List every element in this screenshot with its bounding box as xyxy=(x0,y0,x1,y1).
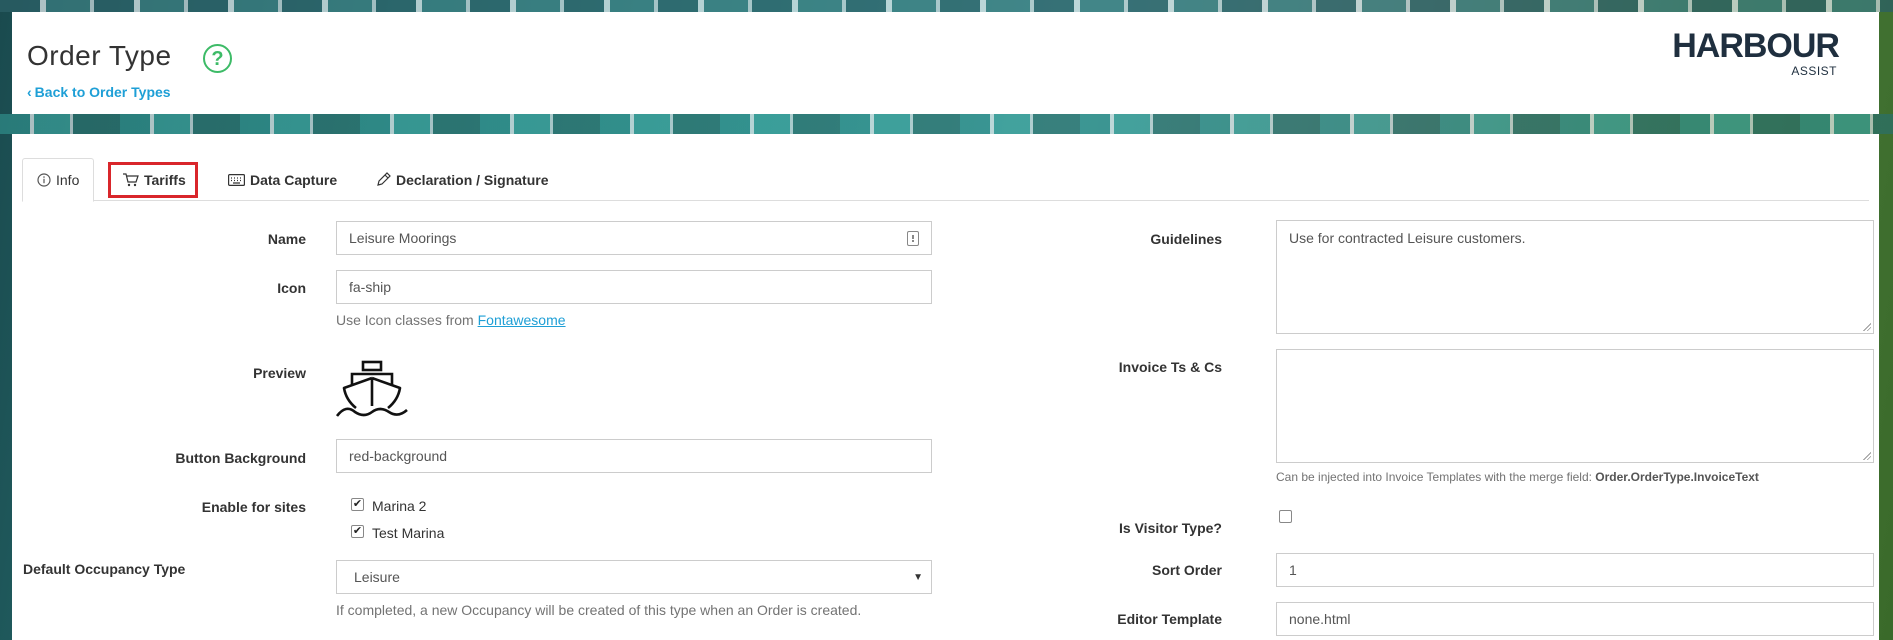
page-title: Order Type xyxy=(27,40,172,71)
invoice-merge-field: Order.OrderType.InvoiceText xyxy=(1595,470,1759,484)
tab-bar: Info Tariffs Data Capture Declaration / … xyxy=(22,158,1869,202)
editor-template-value: none.html xyxy=(1289,611,1351,627)
resize-grip-icon[interactable] xyxy=(1863,452,1871,460)
site-label-test-marina: Test Marina xyxy=(372,525,445,541)
guidelines-label: Guidelines xyxy=(1150,231,1222,247)
sort-order-label: Sort Order xyxy=(1151,562,1222,578)
name-input[interactable]: Leisure Moorings xyxy=(336,221,932,255)
name-label: Name xyxy=(267,231,306,247)
invoice-help-text: Can be injected into Invoice Templates w… xyxy=(1276,470,1759,484)
sort-order-value: 1 xyxy=(1289,562,1297,578)
invoice-help-prefix: Can be injected into Invoice Templates w… xyxy=(1276,470,1596,484)
site-checkbox-marina-2[interactable]: ✔ xyxy=(351,498,364,511)
logo-sub-text: ASSIST xyxy=(1791,64,1837,78)
caret-down-icon: ▼ xyxy=(913,572,923,583)
default-occupancy-type-label: Default Occupancy Type xyxy=(23,561,186,577)
page-header: Order Type ? ‹ Back to Order Types HARBO… xyxy=(12,12,1879,114)
sort-order-input[interactable]: 1 xyxy=(1276,553,1874,587)
occupancy-help-text: If completed, a new Occupancy will be cr… xyxy=(336,602,862,618)
button-background-value: red-background xyxy=(349,448,448,464)
guidelines-textarea[interactable]: Use for contracted Leisure customers. xyxy=(1276,220,1874,334)
question-circle-icon[interactable]: ? xyxy=(203,44,232,73)
occupancy-type-value: Leisure xyxy=(354,569,400,585)
is-visitor-type-label: Is Visitor Type? xyxy=(1119,520,1222,536)
name-input-value: Leisure Moorings xyxy=(349,230,457,246)
icon-input-value: fa-ship xyxy=(349,279,392,295)
editor-template-label: Editor Template xyxy=(1117,611,1222,627)
tab-data-capture-label: Data Capture xyxy=(250,171,338,188)
ship-icon xyxy=(336,360,408,417)
back-link-label: Back to Order Types xyxy=(34,84,171,100)
invoice-ts-cs-textarea[interactable] xyxy=(1276,349,1874,463)
logo-main-text: HARBOUR xyxy=(1672,27,1840,65)
tab-info-label: Info xyxy=(56,172,80,188)
invoice-ts-cs-label: Invoice Ts & Cs xyxy=(1118,359,1222,375)
keyboard-icon xyxy=(228,173,245,186)
guidelines-value: Use for contracted Leisure customers. xyxy=(1289,230,1526,246)
tariffs-tab-highlight-box xyxy=(108,162,198,198)
tab-declaration-label: Declaration / Signature xyxy=(396,171,549,188)
pen-icon xyxy=(377,172,391,186)
icon-help-prefix: Use Icon classes from xyxy=(336,312,478,328)
info-circle-icon xyxy=(37,173,51,187)
button-background-label: Button Background xyxy=(175,450,306,466)
fontawesome-link[interactable]: Fontawesome xyxy=(478,312,566,328)
button-background-input[interactable]: red-background xyxy=(336,439,932,473)
is-visitor-type-checkbox[interactable] xyxy=(1279,510,1292,523)
resize-grip-icon[interactable] xyxy=(1863,323,1871,331)
tab-declaration-signature[interactable]: Declaration / Signature xyxy=(362,158,562,201)
main-panel: Info Tariffs Data Capture Declaration / … xyxy=(12,134,1879,640)
chevron-left-icon: ‹ xyxy=(27,84,32,100)
background-photo-strip-middle xyxy=(0,114,1893,134)
enable-sites-label: Enable for sites xyxy=(201,499,306,515)
background-photo-strip-top xyxy=(0,0,1893,12)
site-label-marina-2: Marina 2 xyxy=(372,498,427,514)
icon-help-text: Use Icon classes from Fontawesome xyxy=(336,312,566,328)
occupancy-type-select[interactable]: Leisure ▼ xyxy=(336,560,932,594)
tab-info[interactable]: Info xyxy=(22,158,95,202)
back-link[interactable]: ‹ Back to Order Types xyxy=(27,84,171,100)
icon-input[interactable]: fa-ship xyxy=(336,270,932,304)
site-checkbox-test-marina[interactable]: ✔ xyxy=(351,525,364,538)
tab-data-capture[interactable]: Data Capture xyxy=(214,158,351,201)
contact-card-icon xyxy=(907,231,919,246)
harbour-assist-logo: HARBOUR ASSIST xyxy=(1659,26,1840,78)
preview-label: Preview xyxy=(253,365,306,381)
editor-template-input[interactable]: none.html xyxy=(1276,602,1874,636)
icon-label: Icon xyxy=(277,280,306,296)
